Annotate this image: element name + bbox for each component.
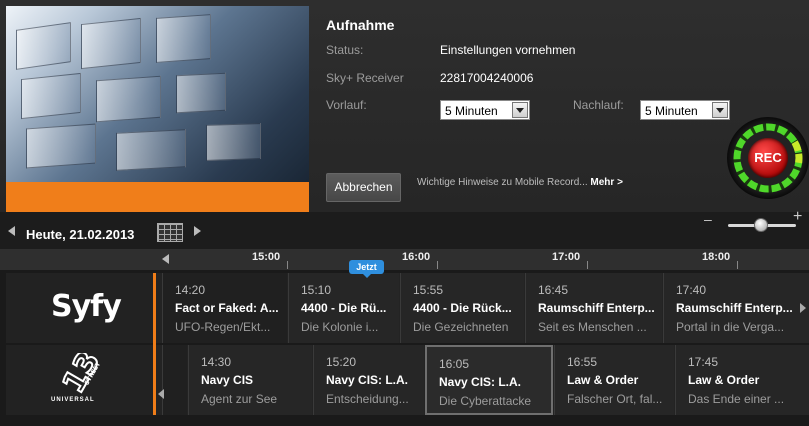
vorlauf-label: Vorlauf: — [326, 98, 367, 112]
channel-logo-13th-street[interactable]: 13 STREET UNIVERSAL — [6, 345, 155, 415]
program-cell[interactable]: 17:40 Raumschiff Enterp... Portal in die… — [663, 273, 809, 343]
program-time: 17:40 — [676, 283, 707, 297]
chevron-down-icon[interactable] — [712, 102, 728, 118]
next-day-icon[interactable] — [194, 226, 201, 236]
scroll-left-icon[interactable] — [158, 389, 164, 399]
time-tick: 16:00 — [402, 251, 439, 269]
status-label: Status: — [326, 43, 364, 57]
program-time: 14:30 — [201, 355, 232, 369]
program-subtitle: UFO-Regen/Ekt... — [175, 320, 271, 334]
program-title: 4400 - Die Rück... — [413, 301, 512, 315]
time-tick: 18:00 — [702, 251, 739, 269]
program-title: Navy CIS: L.A. — [439, 375, 522, 389]
program-subtitle: Seit es Menschen ... — [538, 320, 647, 334]
program-cell[interactable]: 15:20 Navy CIS: L.A. Entscheidung... — [313, 345, 424, 415]
rec-button[interactable]: REC — [727, 117, 809, 199]
program-subtitle: Das Ende einer ... — [688, 392, 785, 406]
13th-street-logo-icon: 13 STREET — [58, 353, 100, 395]
calendar-icon[interactable] — [157, 223, 183, 242]
timeline-header: 15:00 16:00 17:00 18:00 — [0, 249, 809, 270]
nachlauf-select[interactable]: 5 Minuten — [640, 100, 730, 120]
recording-panel: Aufnahme Status: Einstellungen vornehmen… — [0, 0, 809, 212]
program-subtitle: Die Gezeichneten — [413, 320, 509, 334]
program-title: 4400 - Die Rü... — [301, 301, 387, 315]
program-cell[interactable]: 15:10 4400 - Die Rü... Die Kolonie i... — [288, 273, 399, 343]
program-cell[interactable]: 15:55 4400 - Die Rück... Die Gezeichnete… — [400, 273, 524, 343]
program-cell[interactable]: 16:55 Law & Order Falscher Ort, fal... — [554, 345, 674, 415]
panel-title: Aufnahme — [326, 17, 395, 33]
program-subtitle: Die Kolonie i... — [301, 320, 379, 334]
program-title: Law & Order — [688, 373, 760, 387]
time-tick: 17:00 — [552, 251, 589, 269]
current-time-line — [153, 273, 156, 415]
nachlauf-label: Nachlauf: — [573, 98, 624, 112]
program-subtitle: Agent zur See — [201, 392, 278, 406]
program-title: Fact or Faked: A... — [175, 301, 279, 315]
date-bar: Heute, 21.02.2013 — [0, 212, 809, 249]
thumbnail-accent-bar — [6, 182, 309, 212]
program-time: 16:05 — [439, 357, 470, 371]
program-time: 15:10 — [301, 283, 332, 297]
logo-subtitle: UNIVERSAL — [51, 397, 95, 403]
program-subtitle: Portal in die Verga... — [676, 320, 785, 334]
scroll-right-icon[interactable] — [800, 303, 806, 313]
program-subtitle: Entscheidung... — [326, 392, 409, 406]
program-cell[interactable]: 14:20 Fact or Faked: A... UFO-Regen/Ekt.… — [162, 273, 287, 343]
program-title: Raumschiff Enterp... — [538, 301, 655, 315]
program-time: 14:20 — [175, 283, 206, 297]
program-cell[interactable] — [162, 345, 187, 415]
program-cell[interactable]: 17:45 Law & Order Das Ende einer ... — [675, 345, 809, 415]
cancel-button[interactable]: Abbrechen — [326, 173, 401, 202]
zoom-in-button[interactable]: + — [793, 208, 802, 226]
channel-row: Syfy 14:20 Fact or Faked: A... UFO-Regen… — [6, 273, 809, 343]
time-tick: 15:00 — [252, 251, 289, 269]
program-subtitle: Falscher Ort, fal... — [567, 392, 663, 406]
program-time: 16:55 — [567, 355, 598, 369]
zoom-out-button[interactable]: – — [704, 211, 712, 227]
program-subtitle: Die Cyberattacke — [439, 394, 532, 408]
program-time: 15:20 — [326, 355, 357, 369]
now-marker[interactable]: Jetzt — [349, 260, 384, 278]
program-title: Law & Order — [567, 373, 639, 387]
program-time: 16:45 — [538, 283, 569, 297]
syfy-logo-text: Syfy — [51, 289, 122, 324]
previous-day-icon[interactable] — [8, 226, 15, 236]
program-cell[interactable]: 16:45 Raumschiff Enterp... Seit es Mensc… — [525, 273, 662, 343]
more-link[interactable]: Mehr > — [590, 177, 623, 188]
chevron-down-icon[interactable] — [512, 102, 528, 118]
hint-text: Wichtige Hinweise zu Mobile Record... — [417, 177, 588, 188]
program-title: Navy CIS: L.A. — [326, 373, 409, 387]
channel-logo-syfy[interactable]: Syfy — [6, 273, 155, 343]
vorlauf-value: 5 Minuten — [445, 104, 498, 118]
program-title: Navy CIS — [201, 373, 254, 387]
vorlauf-select[interactable]: 5 Minuten — [440, 100, 530, 120]
program-thumbnail — [6, 6, 309, 212]
program-time: 17:45 — [688, 355, 719, 369]
timeline-back-icon[interactable] — [162, 254, 169, 264]
current-date: Heute, 21.02.2013 — [26, 227, 135, 242]
program-cell-selected[interactable]: 16:05 Navy CIS: L.A. Die Cyberattacke — [425, 345, 553, 415]
status-value: Einstellungen vornehmen — [440, 43, 576, 57]
receiver-value: 22817004240006 — [440, 71, 534, 85]
channel-row: 13 STREET UNIVERSAL 14:30 Navy CIS Agent… — [6, 345, 809, 415]
zoom-slider-handle[interactable] — [754, 218, 768, 232]
mobile-record-hint: Wichtige Hinweise zu Mobile Record... Me… — [417, 177, 623, 188]
receiver-label: Sky+ Receiver — [326, 71, 404, 85]
nachlauf-value: 5 Minuten — [645, 104, 698, 118]
program-cell[interactable]: 14:30 Navy CIS Agent zur See — [188, 345, 312, 415]
rec-label: REC — [754, 150, 782, 165]
program-time: 15:55 — [413, 283, 444, 297]
program-title: Raumschiff Enterp... — [676, 301, 793, 315]
